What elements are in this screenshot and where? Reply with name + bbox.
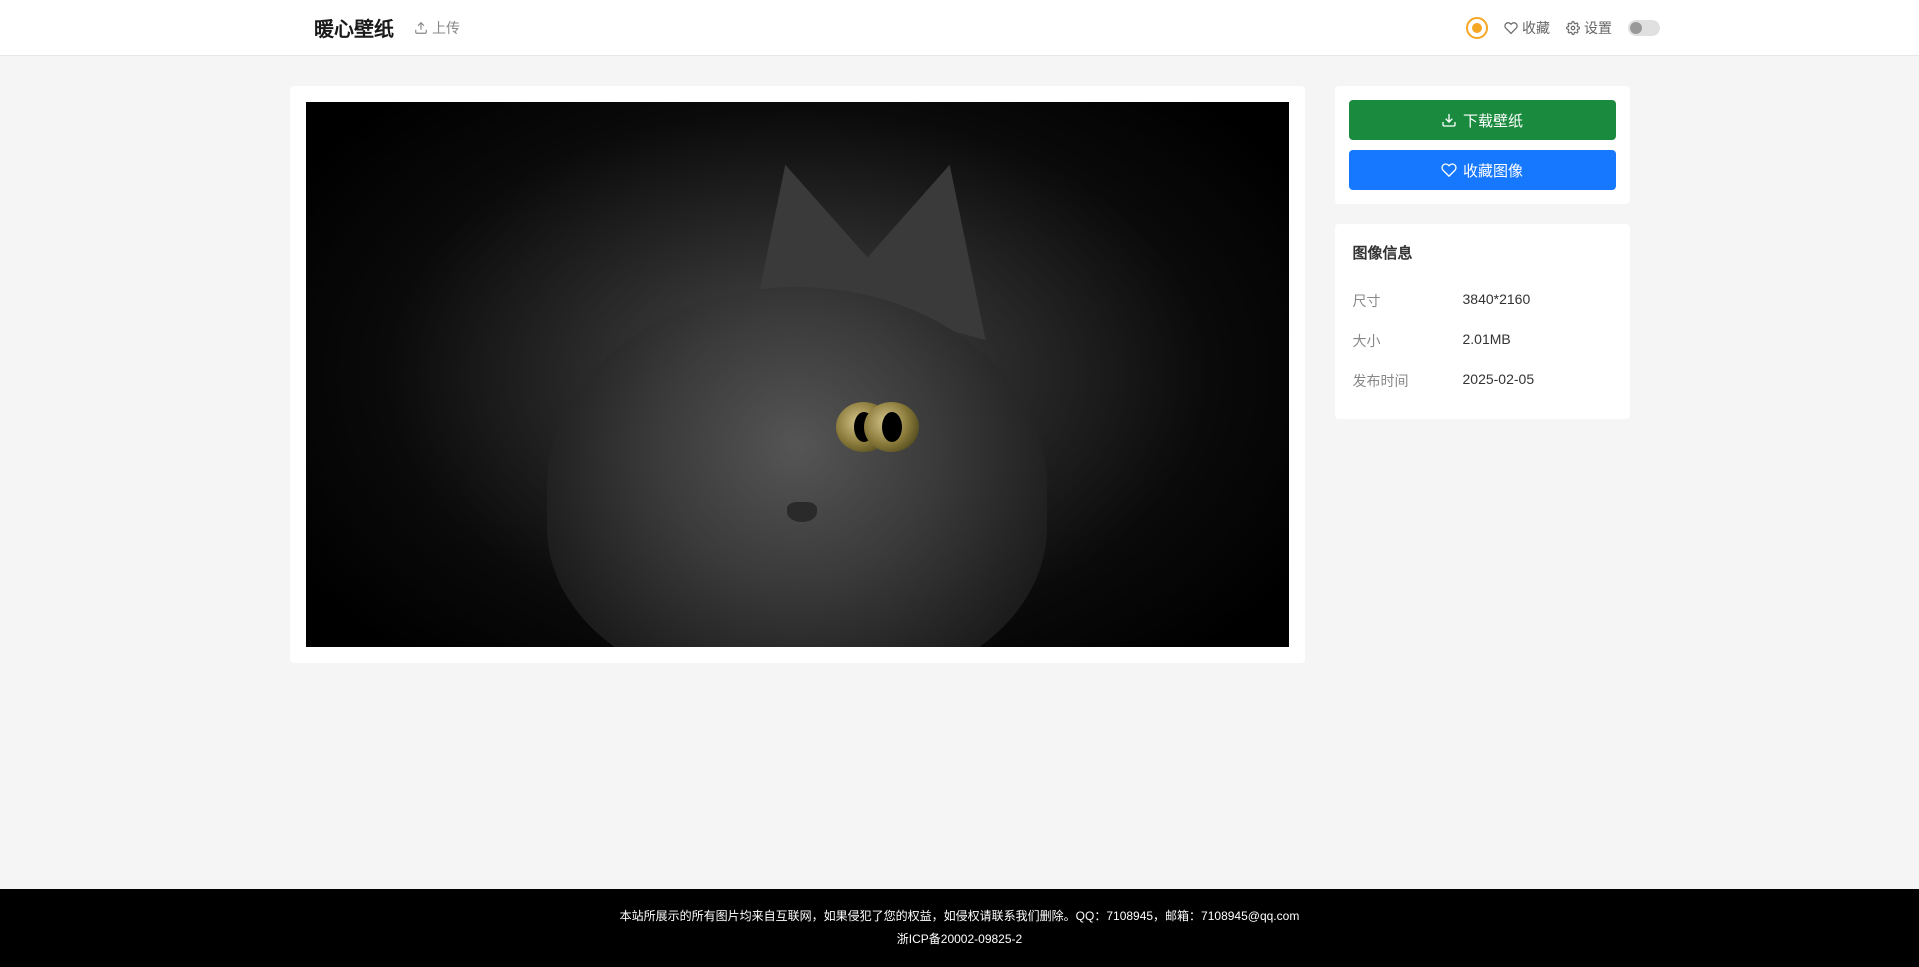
settings-nav[interactable]: 设置 [1566,18,1612,38]
container: 下载壁纸 收藏图像 图像信息 尺寸 3840*2160 大小 2.01MB [290,86,1630,859]
upload-label: 上传 [432,18,460,38]
favorites-label: 收藏 [1522,18,1550,38]
sidebar: 下载壁纸 收藏图像 图像信息 尺寸 3840*2160 大小 2.01MB [1335,86,1630,419]
heart-icon [1504,21,1518,35]
favorite-button[interactable]: 收藏图像 [1349,150,1616,190]
info-value: 3840*2160 [1463,291,1531,311]
info-card: 图像信息 尺寸 3840*2160 大小 2.01MB 发布时间 2025-02… [1335,224,1630,419]
download-label: 下载壁纸 [1463,110,1523,131]
upload-link[interactable]: 上传 [414,18,460,38]
cat-nose [787,502,817,522]
info-row-size: 大小 2.01MB [1353,321,1612,361]
theme-toggle[interactable] [1628,20,1660,36]
cat-eye-right [864,402,919,452]
info-row-dimensions: 尺寸 3840*2160 [1353,281,1612,321]
info-label: 大小 [1353,331,1463,351]
footer: 本站所展示的所有图片均来自互联网，如果侵犯了您的权益，如侵权请联系我们删除。QQ… [0,889,1919,967]
header-left: 暖心壁纸 上传 [314,13,460,42]
info-value: 2.01MB [1463,331,1511,351]
header-right: 收藏 设置 [1466,17,1660,39]
download-button[interactable]: 下载壁纸 [1349,100,1616,140]
heart-icon [1441,162,1457,178]
upload-icon [414,21,428,35]
download-icon [1441,112,1457,128]
info-label: 发布时间 [1353,371,1463,391]
toggle-knob [1630,22,1642,34]
info-value: 2025-02-05 [1463,371,1535,391]
info-label: 尺寸 [1353,291,1463,311]
action-card: 下载壁纸 收藏图像 [1335,86,1630,204]
footer-icp-link[interactable]: 浙ICP备20002-09825-2 [897,932,1022,946]
user-avatar[interactable] [1466,17,1488,39]
favorite-label: 收藏图像 [1463,160,1523,181]
favorites-nav[interactable]: 收藏 [1504,18,1550,38]
wallpaper-card [290,86,1305,663]
wallpaper-image[interactable] [306,102,1289,647]
site-logo[interactable]: 暖心壁纸 [314,13,394,42]
info-title: 图像信息 [1353,242,1612,263]
cat-body [547,287,1047,647]
avatar-icon [1472,23,1482,33]
header: 暖心壁纸 上传 收藏 设置 [0,0,1919,56]
footer-disclaimer: 本站所展示的所有图片均来自互联网，如果侵犯了您的权益，如侵权请联系我们删除。QQ… [0,905,1919,928]
settings-label: 设置 [1584,18,1612,38]
gear-icon [1566,21,1580,35]
info-row-date: 发布时间 2025-02-05 [1353,361,1612,401]
main-content: 下载壁纸 收藏图像 图像信息 尺寸 3840*2160 大小 2.01MB [0,56,1919,889]
